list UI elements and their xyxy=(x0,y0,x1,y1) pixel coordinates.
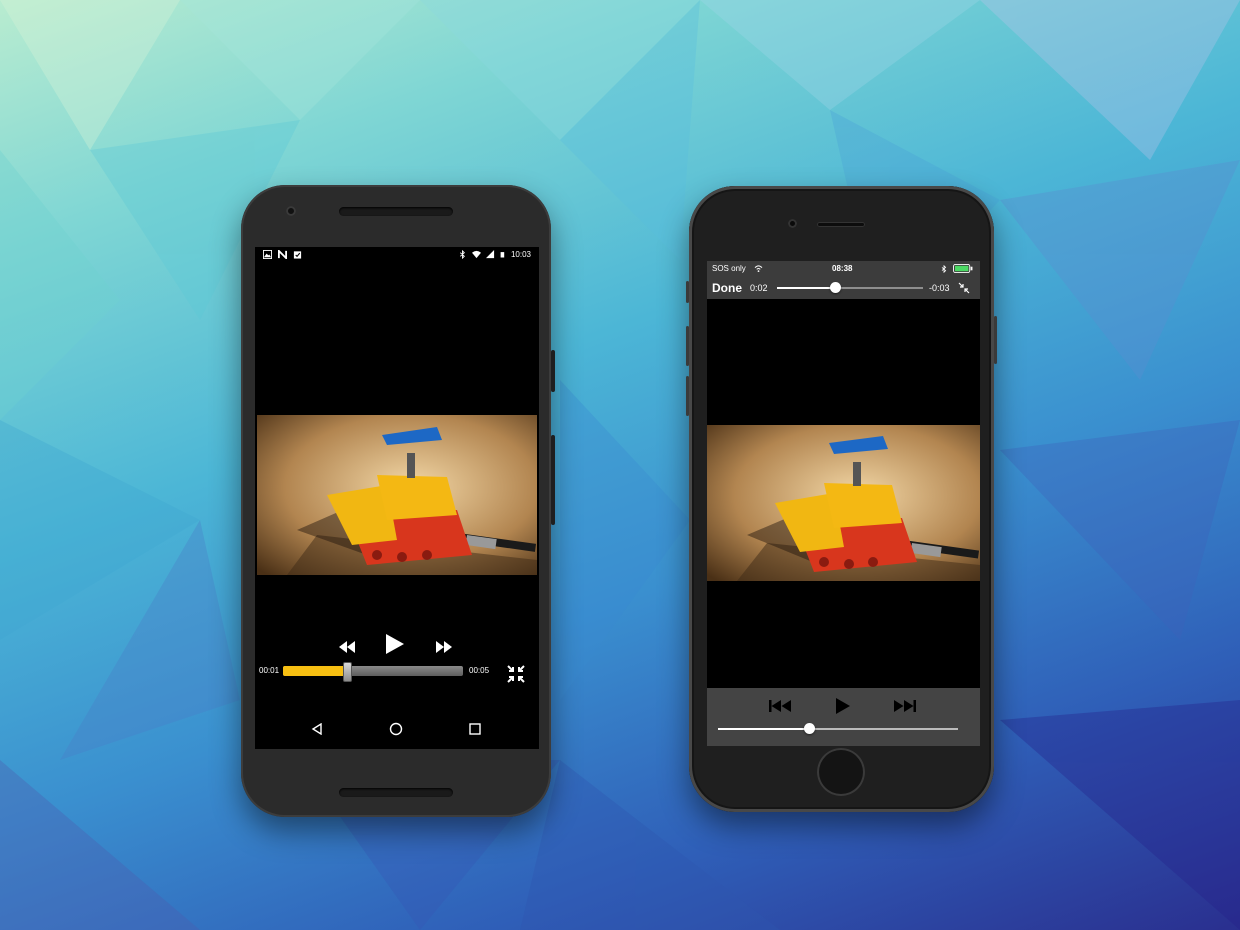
image-icon xyxy=(263,250,272,259)
background-pattern xyxy=(0,0,1240,930)
elapsed-time: 0:02 xyxy=(750,283,768,293)
home-button[interactable] xyxy=(817,748,865,796)
front-camera xyxy=(286,206,296,216)
status-bar: 10:03 xyxy=(255,247,539,263)
play-icon[interactable] xyxy=(836,698,850,714)
recents-icon[interactable] xyxy=(469,723,481,735)
navigation-bar xyxy=(255,711,539,749)
volume-level xyxy=(718,728,810,730)
video-frame[interactable] xyxy=(257,415,537,575)
remaining-time: -0:03 xyxy=(929,283,950,293)
iphone: SOS only 08:38 Done 0:02 -0:03 xyxy=(686,186,997,812)
wifi-icon xyxy=(754,265,763,272)
home-icon[interactable] xyxy=(389,722,403,736)
bottom-control-bar xyxy=(707,688,980,746)
scrubber-thumb[interactable] xyxy=(830,282,842,293)
video-frame[interactable] xyxy=(707,425,980,581)
volume-thumb[interactable] xyxy=(804,723,816,734)
bluetooth-icon xyxy=(459,250,465,259)
android-phone: 10:03 00:01 00:05 xyxy=(241,185,555,817)
bottom-speaker xyxy=(339,788,453,797)
back-icon[interactable] xyxy=(311,723,323,735)
skip-forward-icon[interactable] xyxy=(892,700,916,712)
mute-switch[interactable] xyxy=(686,281,689,303)
carrier-label: SOS only xyxy=(712,264,746,273)
battery-icon xyxy=(500,252,505,258)
top-control-bar: Done 0:02 -0:03 xyxy=(707,277,980,299)
clipboard-check-icon xyxy=(293,251,302,259)
fast-forward-icon[interactable] xyxy=(436,641,452,653)
status-time: 10:03 xyxy=(510,250,531,259)
volume-up-button[interactable] xyxy=(686,326,689,366)
iphone-screen: SOS only 08:38 Done 0:02 -0:03 xyxy=(707,261,980,746)
bluetooth-icon xyxy=(941,265,947,273)
seek-bar[interactable] xyxy=(283,662,463,682)
duration: 00:05 xyxy=(469,666,490,675)
power-button[interactable] xyxy=(551,350,555,392)
scrubber[interactable] xyxy=(777,282,923,293)
done-button[interactable]: Done xyxy=(712,281,742,295)
seek-bar-progress xyxy=(283,666,346,676)
status-bar: SOS only 08:38 xyxy=(707,261,980,277)
scrubber-progress xyxy=(777,287,836,289)
earpiece xyxy=(817,222,865,227)
fullscreen-exit-icon[interactable] xyxy=(506,664,526,684)
skip-back-icon[interactable] xyxy=(769,700,793,712)
volume-button[interactable] xyxy=(551,435,555,525)
android-screen: 10:03 00:01 00:05 xyxy=(255,247,539,749)
play-icon[interactable] xyxy=(386,634,404,654)
current-time: 00:01 xyxy=(259,666,280,675)
top-speaker xyxy=(339,207,453,216)
volume-slider[interactable] xyxy=(718,723,958,734)
front-camera xyxy=(788,219,797,228)
signal-icon xyxy=(485,250,495,259)
wifi-icon xyxy=(471,250,481,259)
seek-bar-thumb[interactable] xyxy=(343,662,352,682)
status-time: 08:38 xyxy=(832,264,853,273)
n-icon xyxy=(278,250,287,259)
collapse-icon[interactable] xyxy=(958,282,970,294)
side-button[interactable] xyxy=(994,316,997,364)
volume-down-button[interactable] xyxy=(686,376,689,416)
battery-icon xyxy=(953,264,973,273)
rewind-icon[interactable] xyxy=(339,641,355,653)
